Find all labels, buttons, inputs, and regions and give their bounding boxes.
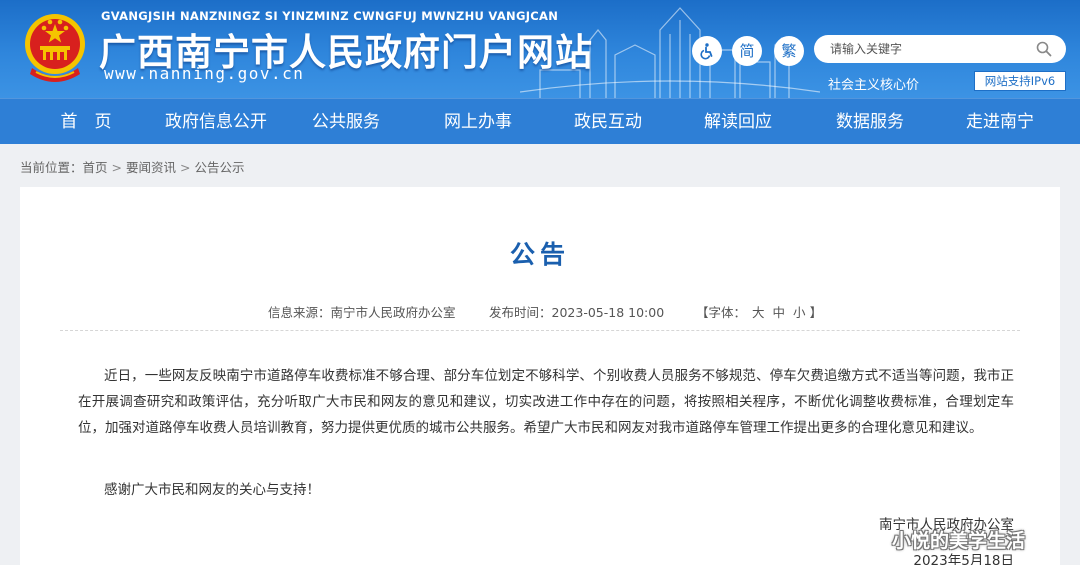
breadcrumb: 当前位置：首页 > 要闻资讯 > 公告公示 — [20, 157, 245, 176]
breadcrumb-separator: > — [111, 160, 123, 175]
traditional-chinese-button[interactable]: 繁 — [774, 36, 804, 66]
time-label: 发布时间： — [489, 305, 552, 320]
core-values-link[interactable]: 社会主义核心价 — [828, 74, 919, 93]
site-url: www.nanning.gov.cn — [104, 64, 305, 83]
article-time: 发布时间：2023-05-18 10:00 — [489, 302, 664, 321]
source-value: 南宁市人民政府办公室 — [330, 305, 456, 320]
site-title-pinyin: GVANGJSIH NANZNINGZ SI YINZMINZ CWNGFUJ … — [101, 9, 559, 23]
breadcrumb-home[interactable]: 首页 — [83, 160, 108, 175]
search-box — [814, 35, 1066, 63]
meta-divider — [60, 330, 1020, 331]
nav-item-interpretation[interactable]: 解读回应 — [688, 99, 788, 145]
accessibility-button[interactable] — [692, 36, 722, 66]
font-large-button[interactable]: 大 — [752, 305, 765, 320]
article-source: 信息来源：南宁市人民政府办公室 — [268, 302, 456, 321]
time-value: 2023-05-18 10:00 — [551, 305, 665, 320]
search-icon[interactable] — [1036, 41, 1052, 57]
wheelchair-icon — [700, 43, 713, 60]
nav-item-interaction[interactable]: 政民互动 — [558, 99, 658, 145]
breadcrumb-separator: > — [180, 160, 191, 175]
main-nav: 首 页 政府信息公开 公共服务 网上办事 政民互动 解读回应 数据服务 走进南宁 — [0, 98, 1080, 144]
nav-item-public-service[interactable]: 公共服务 — [296, 99, 396, 145]
simplified-chinese-button[interactable]: 简 — [732, 36, 762, 66]
breadcrumb-prefix: 当前位置： — [20, 160, 83, 175]
nav-item-data-service[interactable]: 数据服务 — [820, 99, 920, 145]
breadcrumb-news[interactable]: 要闻资讯 — [126, 160, 176, 175]
font-label: 【字体： — [696, 305, 747, 320]
nav-item-online-affairs[interactable]: 网上办事 — [428, 99, 528, 145]
article-paragraph: 感谢广大市民和网友的关心与支持！ — [104, 482, 320, 498]
national-emblem-icon — [25, 14, 85, 82]
article-panel: 公告 信息来源：南宁市人民政府办公室 发布时间：2023-05-18 10:00… — [20, 187, 1060, 565]
source-label: 信息来源： — [268, 305, 331, 320]
nav-item-home[interactable]: 首 页 — [44, 99, 128, 145]
nav-item-gov-info[interactable]: 政府信息公开 — [150, 99, 282, 145]
article-paragraph: 近日，一些网友反映南宁市道路停车收费标准不够合理、部分车位划定不够科学、个别收费… — [78, 368, 1014, 436]
font-medium-button[interactable]: 中 — [773, 305, 786, 320]
search-input[interactable] — [830, 35, 1030, 63]
font-close: 】 — [809, 305, 823, 320]
ipv6-badge: 网站支持IPv6 — [974, 71, 1066, 91]
font-small-button[interactable]: 小 — [793, 305, 806, 320]
site-header: GVANGJSIH NANZNINGZ SI YINZMINZ CWNGFUJ … — [0, 0, 1080, 98]
breadcrumb-notices[interactable]: 公告公示 — [195, 160, 245, 175]
watermark-text: 小悦的美学生活 — [892, 530, 1026, 552]
article-title: 公告 — [509, 240, 570, 269]
font-size-control: 【字体： 大中小】 — [696, 302, 822, 321]
nav-item-about-nanning[interactable]: 走进南宁 — [950, 99, 1050, 145]
